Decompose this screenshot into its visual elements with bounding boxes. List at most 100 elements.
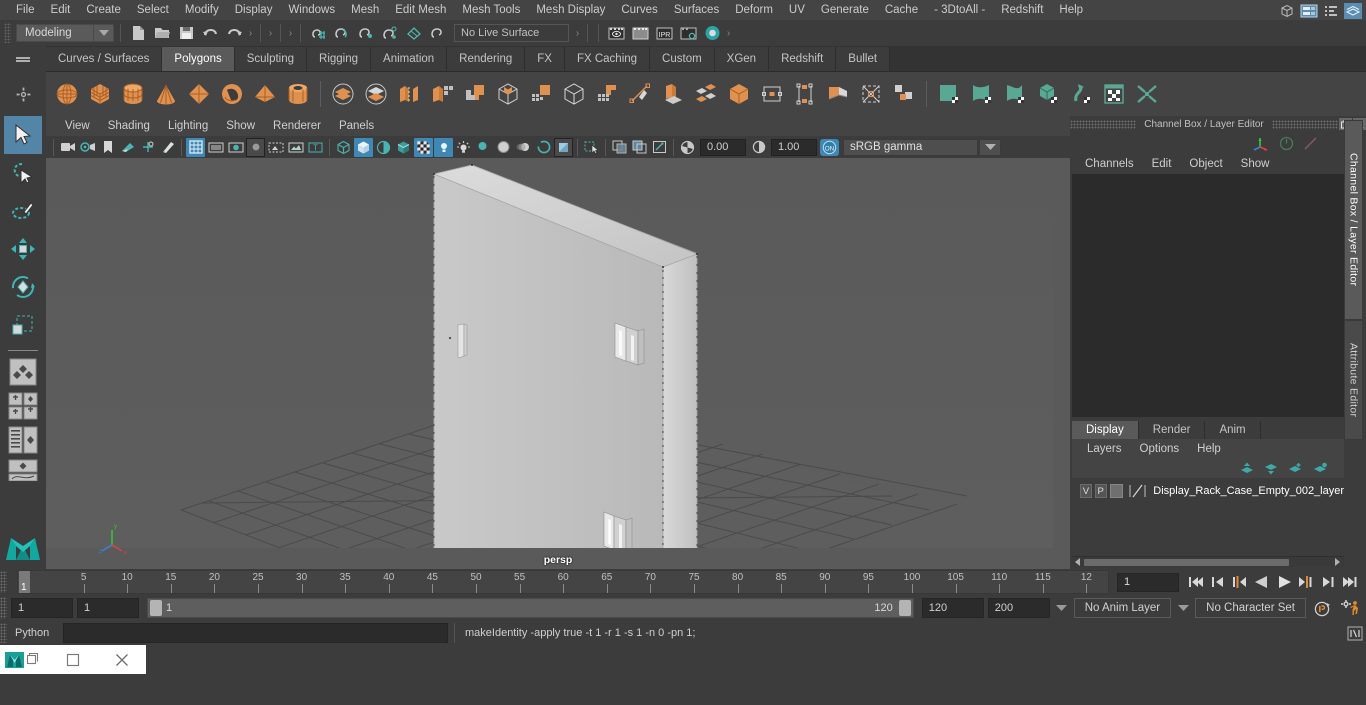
shelf-tab-curves-surfaces[interactable]: Curves / Surfaces [46, 47, 163, 71]
character-set-dropdown-arrow-icon[interactable] [1175, 599, 1191, 617]
safe-action-icon[interactable] [286, 138, 305, 157]
layer-playback-toggle[interactable]: P [1094, 484, 1107, 498]
poke-face-icon[interactable] [757, 79, 787, 109]
depth-of-field-icon[interactable] [554, 137, 573, 157]
range-start-handle[interactable] [150, 600, 162, 616]
shelf-tab-animation[interactable]: Animation [371, 47, 448, 71]
shadows-icon[interactable] [474, 138, 493, 157]
xray-active-components-icon[interactable] [650, 138, 669, 157]
current-time-indicator[interactable]: 1 [19, 571, 30, 593]
viewport-menu-shading[interactable]: Shading [99, 118, 159, 134]
uv-cylindrical-icon[interactable] [967, 79, 997, 109]
snap-to-curve-icon[interactable] [331, 22, 353, 44]
live-surface-field[interactable]: No Live Surface [454, 24, 569, 42]
manipulator-axis-icon[interactable] [1253, 135, 1270, 152]
wedge-icon[interactable] [724, 79, 754, 109]
show-hide-modeling-toolkit-icon[interactable] [1276, 0, 1298, 22]
extract-icon[interactable] [394, 79, 424, 109]
snap-to-point-icon[interactable] [355, 22, 377, 44]
screen-space-ambient-occlusion-icon[interactable] [494, 138, 513, 157]
menu-generate[interactable]: Generate [813, 2, 877, 18]
layer-visibility-toggle[interactable]: V [1080, 484, 1092, 498]
shelf-tab-sculpting[interactable]: Sculpting [234, 47, 308, 71]
bookmark-icon[interactable] [98, 138, 117, 157]
command-line-drag-handle[interactable] [0, 623, 7, 643]
time-slider-drag-handle[interactable] [0, 571, 7, 593]
add-divisions-icon[interactable] [526, 79, 556, 109]
character-set-selector[interactable]: No Character Set [1195, 598, 1306, 618]
layer-row[interactable]: V P Display_Rack_Case_Empty_002_layer [1072, 482, 1344, 500]
create-new-layer-icon[interactable] [1288, 462, 1303, 475]
viewport-menu-renderer[interactable]: Renderer [264, 118, 330, 134]
menu-create[interactable]: Create [78, 2, 129, 18]
viewport-menu-view[interactable]: View [56, 118, 99, 134]
redo-icon[interactable] [223, 22, 245, 44]
menu-help[interactable]: Help [1051, 2, 1091, 18]
exposure-icon[interactable] [678, 138, 697, 157]
range-bar-drag-handle[interactable] [0, 597, 7, 619]
menu-display[interactable]: Display [227, 2, 281, 18]
channel-menu-object[interactable]: Object [1180, 156, 1231, 172]
uv-planar-icon[interactable] [934, 79, 964, 109]
quad-draw-icon[interactable] [889, 79, 919, 109]
menu-modify[interactable]: Modify [177, 2, 227, 18]
channel-menu-show[interactable]: Show [1232, 156, 1279, 172]
uv-spherical-icon[interactable] [1000, 79, 1030, 109]
playback-start-time-field[interactable]: 1 [77, 598, 139, 618]
render-sequence-icon[interactable] [629, 22, 651, 44]
poly-cone-icon[interactable] [151, 79, 181, 109]
shelf-tab-fx[interactable]: FX [525, 47, 565, 71]
go-to-end-icon[interactable] [1341, 574, 1358, 591]
multi-cut-icon[interactable] [823, 79, 853, 109]
menu-redshift[interactable]: Redshift [993, 2, 1051, 18]
menu-mesh-display[interactable]: Mesh Display [528, 2, 613, 18]
layer-color-swatch[interactable] [1109, 484, 1124, 498]
range-slider[interactable]: 1 120 [147, 598, 914, 618]
menu-edit[interactable]: Edit [43, 2, 79, 18]
shelf-tab-menu-button[interactable] [0, 46, 46, 72]
separate-icon[interactable] [361, 79, 391, 109]
tab-display[interactable]: Display [1072, 421, 1139, 439]
show-hide-tool-settings-icon[interactable] [1320, 0, 1342, 22]
menu-3dtoall[interactable]: - 3DtoAll - [926, 2, 993, 18]
create-layer-from-selected-icon[interactable] [1313, 462, 1328, 475]
status-line-drag-handle[interactable] [4, 23, 11, 43]
shelf-tab-bullet[interactable]: Bullet [836, 47, 891, 71]
color-management-field[interactable]: sRGB gamma [843, 138, 978, 156]
command-language-label[interactable]: Python [7, 627, 63, 639]
move-tool[interactable] [4, 230, 42, 268]
step-forward-keyframe-icon[interactable] [1319, 574, 1336, 591]
wireframe-icon[interactable] [334, 138, 353, 157]
scroll-left-arrow-icon[interactable] [1072, 558, 1084, 566]
menu-surfaces[interactable]: Surfaces [666, 2, 727, 18]
panel-drag-handle-left[interactable] [1070, 119, 1137, 129]
shelf-tab-redshift[interactable]: Redshift [769, 47, 837, 71]
bridge-icon[interactable] [658, 79, 688, 109]
poly-cylinder-icon[interactable] [118, 79, 148, 109]
use-all-lights-icon[interactable] [454, 138, 473, 157]
animation-preferences-icon[interactable] [1338, 599, 1364, 617]
ipr-render-icon[interactable]: IPR [653, 22, 675, 44]
menu-select[interactable]: Select [129, 2, 177, 18]
channel-box-slider-icon[interactable] [1303, 136, 1318, 151]
use-default-lighting-icon[interactable] [434, 137, 453, 157]
layer-list[interactable]: V P Display_Rack_Case_Empty_002_layer [1072, 478, 1344, 556]
move-layer-up-icon[interactable] [1240, 462, 1254, 475]
poly-torus-icon[interactable] [217, 79, 247, 109]
menu-cache[interactable]: Cache [877, 2, 926, 18]
poly-pyramid-icon[interactable] [250, 79, 280, 109]
layout-four-view[interactable] [6, 391, 40, 421]
chevron-down-icon[interactable] [93, 25, 113, 41]
layer-menu-options[interactable]: Options [1131, 441, 1189, 457]
title-safe-icon[interactable]: T [306, 138, 325, 157]
booleans-difference-icon[interactable] [460, 79, 490, 109]
side-tab-attribute-editor[interactable]: Attribute Editor [1344, 320, 1363, 440]
layer-menu-layers[interactable]: Layers [1078, 441, 1131, 457]
camera-attributes-icon[interactable] [78, 138, 97, 157]
tab-anim[interactable]: Anim [1205, 421, 1261, 439]
exposure-value-field[interactable]: 0.00 [700, 138, 746, 156]
layer-list-horizontal-scrollbar[interactable] [1072, 556, 1344, 567]
gamma-value-field[interactable]: 1.00 [771, 138, 817, 156]
step-back-keyframe-icon[interactable] [1209, 574, 1226, 591]
poly-cube-icon[interactable] [85, 79, 115, 109]
